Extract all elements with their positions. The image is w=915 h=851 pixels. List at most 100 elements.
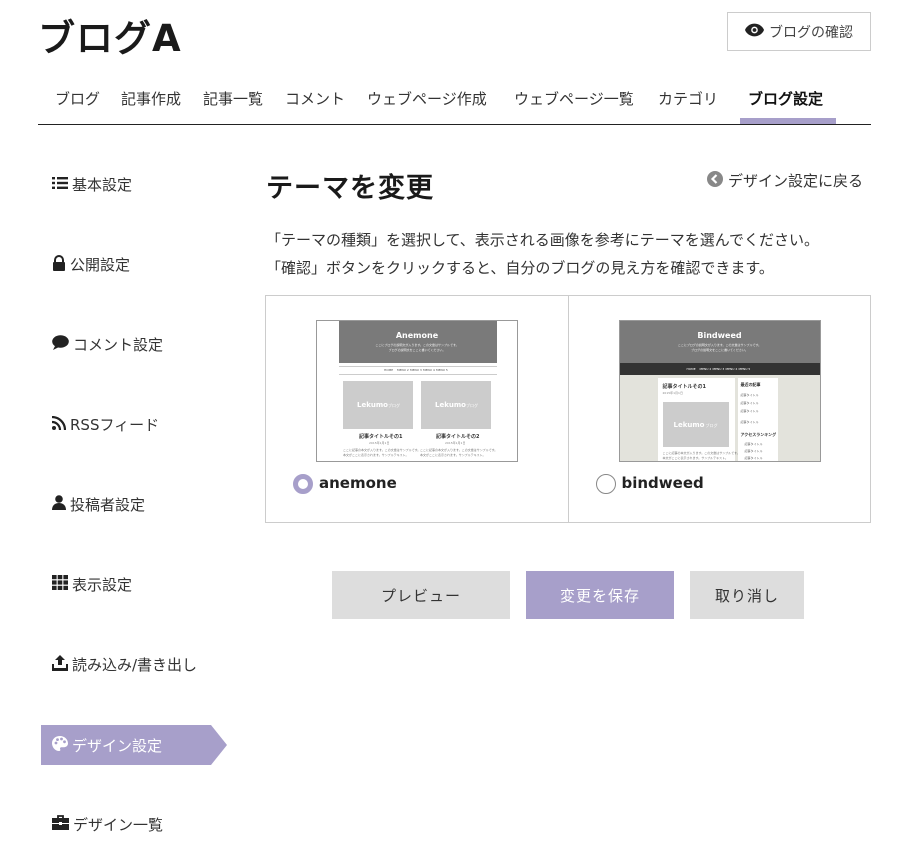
active-tab-indicator [740, 118, 836, 124]
thumb-post-body: ここに記事の本文が入ります。この文章はサンプルです。 [343, 448, 421, 452]
description-line-2: 「確認」ボタンをクリックすると、自分のブログの見え方を確認できます。 [266, 259, 774, 277]
thumb-menu-item: MENU 2 [699, 367, 712, 371]
upload-icon [52, 654, 68, 675]
thumb-post-date: 2015年1月1日 [369, 441, 390, 445]
sidebar-item-label: 表示設定 [72, 576, 133, 594]
grid-icon [52, 575, 68, 594]
tab-blog[interactable]: ブログ [55, 88, 100, 109]
thumb-menu-item: HOME [384, 368, 394, 372]
thumb-side-link: 記事タイトル [740, 393, 759, 397]
thumb-rank-item: 記事タイトル [744, 449, 763, 453]
tab-webpage-list[interactable]: ウェブページ一覧 [514, 88, 634, 109]
save-changes-button[interactable]: 変更を保存 [526, 571, 674, 619]
thumb-menu-item: MENU 2 [397, 368, 409, 372]
thumb-tagline: ここにブログの説明文が入ります。この文章はサンプルです。 [677, 343, 762, 347]
sidebar-item-label: 投稿者設定 [70, 496, 146, 514]
main-nav: ブログ 記事作成 記事一覧 コメント ウェブページ作成 ウェブページ一覧 カテゴ… [38, 76, 871, 125]
tab-new-post[interactable]: 記事作成 [121, 88, 181, 109]
sidebar-item-label: デザイン設定 [72, 736, 163, 755]
thumb-post-body: ここに記事の本文が入ります。この文章はサンプルです。 [662, 451, 740, 455]
thumb-post-title: 記事タイトルその1 [359, 434, 403, 440]
tab-comments[interactable]: コメント [285, 88, 345, 109]
back-link-label: デザイン設定に戻る [728, 172, 864, 190]
theme-name-anemone: anemone [319, 474, 397, 492]
thumb-menu-item: MENU 3 [410, 368, 422, 372]
thumb-menu-item: MENU 4 [423, 368, 435, 372]
cancel-button[interactable]: 取り消し [690, 571, 804, 619]
theme-thumbnail-bindweed: Bindweed ここにブログの説明文が入ります。この文章はサンプルです。 ブロ… [618, 320, 821, 462]
thumb-rank-item: 記事タイトル [744, 442, 763, 446]
theme-radio-anemone[interactable] [293, 474, 313, 494]
thumb-side-link: 記事タイトル [740, 401, 759, 405]
tab-blog-settings[interactable]: ブログ設定 [748, 88, 823, 109]
sidebar-item-basic-settings[interactable]: 基本設定 [52, 174, 132, 195]
sidebar-item-label: 読み込み/書き出し [72, 656, 198, 674]
toolbox-icon [52, 815, 69, 834]
thumb-post-body: 本文がここに表示されます。サンプルテキスト。 [420, 453, 486, 457]
thumb-menu-item: MENU 3 [712, 367, 725, 371]
tab-post-list[interactable]: 記事一覧 [203, 88, 263, 109]
lock-icon [52, 254, 66, 275]
sidebar-item-display-settings[interactable]: 表示設定 [52, 574, 132, 595]
thumb-image-text: Lekumo [435, 401, 466, 409]
thumb-side-link: 記事タイトル [740, 420, 759, 424]
sidebar-item-label: 公開設定 [70, 256, 131, 274]
thumb-menu-item: MENU 5 [436, 368, 448, 372]
list-icon [52, 176, 68, 194]
thumb-post-title: 記事タイトルその1 [662, 384, 706, 390]
thumb-rank-item: 記事タイトル [744, 456, 763, 460]
thumb-post-body: 本文がここに表示されます。サンプルテキスト。 [662, 456, 728, 460]
view-blog-button[interactable]: ブログの確認 [727, 12, 871, 51]
eye-icon [745, 23, 764, 41]
thumb-tagline: ブログの説明文をここに書いてください。 [691, 348, 748, 352]
thumb-image-sub: ブログ [466, 403, 478, 408]
thumb-menu-item: MENU 5 [738, 367, 751, 371]
sidebar-item-publish-settings[interactable]: 公開設定 [52, 254, 130, 275]
thumb-title: Bindweed [697, 331, 742, 340]
thumb-side-link: 記事タイトル [740, 409, 759, 413]
user-icon [52, 495, 66, 514]
sidebar-item-label: 基本設定 [72, 176, 133, 194]
theme-card-anemone[interactable]: Anemone ここにブログの説明文が入ります。この文章はサンプルです。 ブログ… [266, 296, 568, 522]
thumb-image-text: Lekumo [357, 401, 388, 409]
thumb-menu-item: MENU 4 [725, 367, 738, 371]
thumb-header [619, 321, 820, 363]
thumb-header [339, 321, 497, 363]
sidebar-item-design-list[interactable]: デザイン一覧 [52, 814, 163, 835]
rss-icon [51, 415, 67, 434]
theme-selector: Anemone ここにブログの説明文が入ります。この文章はサンプルです。 ブログ… [265, 295, 871, 523]
thumb-side-heading: アクセスランキング [740, 432, 777, 437]
theme-name-bindweed: bindweed [621, 474, 704, 492]
thumb-tagline: ここにブログの説明文が入ります。この文章はサンプルです。 [375, 343, 459, 347]
theme-card-bindweed[interactable]: Bindweed ここにブログの説明文が入ります。この文章はサンプルです。 ブロ… [567, 296, 871, 522]
thumb-menu-item: HOME [686, 367, 696, 371]
thumb-post-title: 記事タイトルその2 [436, 434, 480, 440]
sidebar-item-comment-settings[interactable]: コメント設定 [52, 334, 163, 355]
page-title: テーマを変更 [266, 173, 434, 204]
sidebar-item-label: コメント設定 [73, 336, 164, 354]
arrow-left-circle-icon [707, 170, 723, 191]
thumb-divider [339, 374, 497, 375]
thumb-title: Anemone [395, 331, 439, 340]
thumb-side-heading: 最近の記事 [740, 382, 761, 387]
sidebar-item-import-export[interactable]: 読み込み/書き出し [52, 654, 197, 675]
view-blog-label: ブログの確認 [769, 24, 853, 41]
tab-categories[interactable]: カテゴリ [658, 88, 718, 109]
tab-new-webpage[interactable]: ウェブページ作成 [367, 88, 487, 109]
sidebar-item-label: デザイン一覧 [73, 816, 164, 834]
sidebar-item-design-settings[interactable]: デザイン設定 [41, 725, 227, 765]
thumb-post-date: 2015年1月1日 [445, 441, 466, 445]
palette-icon [52, 735, 68, 755]
back-to-design-settings-link[interactable]: デザイン設定に戻る [707, 170, 863, 191]
sidebar-item-author-settings[interactable]: 投稿者設定 [52, 494, 145, 515]
thumb-image-sub: ブログ [388, 403, 400, 408]
description-line-1: 「テーマの種類」を選択して、表示される画像を参考にテーマを選んでください。 [266, 231, 820, 249]
preview-button[interactable]: プレビュー [332, 571, 510, 619]
thumb-image-sub: ブログ [705, 423, 718, 428]
thumb-image-text: Lekumo [673, 421, 705, 429]
thumb-tagline: ブログの説明文をここに書いてください。 [388, 348, 446, 352]
sidebar-item-label: RSSフィード [70, 416, 160, 434]
sidebar-item-rss-feed[interactable]: RSSフィード [51, 414, 160, 435]
theme-thumbnail-anemone: Anemone ここにブログの説明文が入ります。この文章はサンプルです。 ブログ… [316, 320, 518, 462]
theme-radio-bindweed[interactable] [595, 474, 616, 494]
